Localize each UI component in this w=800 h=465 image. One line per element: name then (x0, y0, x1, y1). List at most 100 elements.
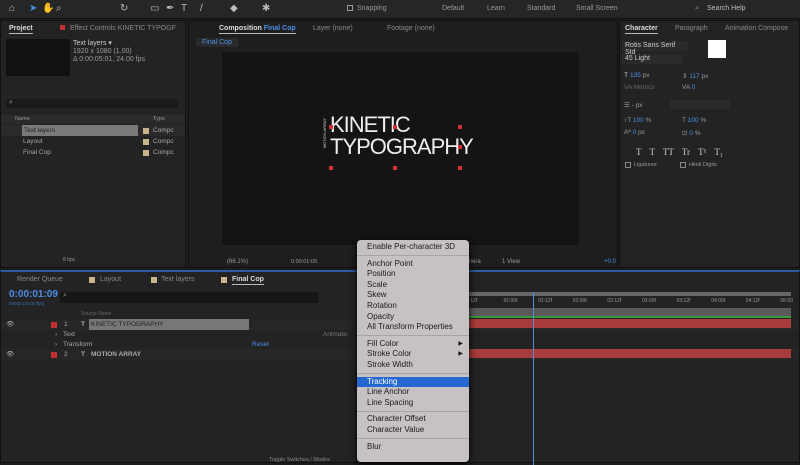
menu-item-label: Skew (367, 290, 387, 300)
comp-breadcrumb[interactable]: Final Cop (196, 38, 238, 47)
playhead[interactable] (533, 292, 534, 465)
layer-name[interactable]: MOTION ARRAY (91, 349, 141, 360)
menu-item-opacity[interactable]: Opacity (357, 312, 469, 323)
small-caps-button[interactable]: Tr (682, 147, 690, 157)
comp-viewer[interactable]: MOTION ARRAY KINETIC TYPOGRAPHY (222, 52, 579, 245)
layer-handle[interactable] (329, 125, 333, 129)
font-style-dropdown[interactable]: 45 Light (622, 54, 682, 64)
faux-bold-button[interactable]: T (636, 147, 641, 157)
snapping-checkbox[interactable] (347, 5, 353, 11)
menu-item-label: All Transform Properties (367, 322, 453, 332)
horizontal-scale-field[interactable]: T 100 % (682, 117, 706, 124)
tab-project[interactable]: Project (9, 25, 33, 34)
menu-item-fill-color[interactable]: Fill Color ▶ (357, 339, 469, 350)
tab-effect-controls[interactable]: Effect Controls KINETIC TYPOGF (70, 25, 176, 32)
tab-layout[interactable]: Layout (100, 276, 121, 283)
visibility-eye-icon[interactable]: 👁 (6, 349, 14, 360)
tab-footage[interactable]: Footage (none) (387, 25, 435, 32)
layer-handle[interactable] (393, 166, 397, 170)
menu-item-line-anchor[interactable]: Line Anchor (357, 387, 469, 398)
tab-character[interactable]: Character (625, 25, 658, 34)
all-caps-button[interactable]: TT (663, 147, 674, 157)
layer-handle[interactable] (458, 125, 462, 129)
layer-handle[interactable] (458, 166, 462, 170)
menu-item-character-offset[interactable]: Character Offset (357, 414, 469, 425)
rectangle-tool-icon[interactable]: ▭ (150, 3, 159, 14)
subscript-button[interactable]: T₁ (714, 147, 723, 157)
tab-final-cop[interactable]: Final Cop (232, 276, 264, 285)
font-size-field[interactable]: 𝐓 135 px (624, 72, 650, 80)
selection-tool-icon[interactable]: ➤ (29, 3, 37, 14)
baseline-shift-field[interactable]: Aª 0 px (624, 129, 645, 136)
search-help-input[interactable]: Search Help (707, 5, 746, 12)
menu-item-stroke-color[interactable]: Stroke Color ▶ (357, 349, 469, 360)
layer-handle[interactable] (329, 166, 333, 170)
menu-item-character-value[interactable]: Character Value (357, 425, 469, 436)
pen-tool-icon[interactable]: ✒ (166, 3, 174, 14)
bpc-label[interactable]: 8 bpc (63, 257, 75, 263)
toggle-switches-modes[interactable]: Toggle Switches / Modes (269, 457, 330, 463)
menu-item-scale[interactable]: Scale (357, 280, 469, 291)
tab-paragraph[interactable]: Paragraph (675, 25, 708, 32)
project-item[interactable]: Final Cop Compc (1, 147, 185, 158)
hand-tool-icon[interactable]: ✋ (42, 3, 54, 14)
tab-text-layers[interactable]: Text layers (161, 276, 194, 283)
brush-tool-icon[interactable]: / (200, 3, 203, 14)
view-dropdown[interactable]: 1 View (502, 259, 520, 265)
superscript-button[interactable]: T¹ (698, 147, 706, 157)
stroke-type-dropdown[interactable] (670, 100, 730, 109)
menu-item-skew[interactable]: Skew (357, 290, 469, 301)
eraser-tool-icon[interactable]: ◆ (230, 3, 238, 14)
workspace-learn[interactable]: Learn (487, 5, 505, 12)
project-search-input[interactable]: ⌕ (6, 99, 178, 108)
fill-color-swatch[interactable] (708, 40, 726, 58)
project-item[interactable]: Text layers Compc (1, 125, 185, 136)
camera-dropdown[interactable]: mera (467, 259, 481, 265)
kerning-field[interactable]: VA Metrics (624, 84, 655, 91)
layer-bar-kinetic[interactable] (466, 319, 791, 328)
menu-separator (357, 410, 469, 412)
hindi-digits-checkbox[interactable] (680, 162, 686, 168)
menu-item-blur[interactable]: Blur (357, 442, 469, 453)
tab-layer[interactable]: Layer (none) (313, 25, 353, 32)
tab-animation-compose[interactable]: Animation Compose (725, 25, 788, 32)
exposure-value[interactable]: +0.0 (604, 259, 616, 265)
leading-field[interactable]: ⇕ 117 px (682, 72, 708, 80)
zoom-dropdown[interactable]: (66.1%) (227, 259, 248, 265)
column-source-name[interactable]: Source Name (81, 311, 112, 317)
menu-item-position[interactable]: Position (357, 269, 469, 280)
menu-item-rotation[interactable]: Rotation (357, 301, 469, 312)
layer-bar-motion-array[interactable] (466, 349, 791, 358)
faux-italic-button[interactable]: T (649, 147, 654, 157)
layer-handle[interactable] (393, 125, 397, 129)
column-type[interactable]: Type (153, 116, 165, 122)
typography-text: TYPOGRAPHY (330, 134, 474, 159)
tab-render-queue[interactable]: Render Queue (17, 276, 63, 283)
font-family-dropdown[interactable]: Rotis Sans Serif Std (622, 41, 688, 56)
ruler-tick-label: :12f (469, 298, 478, 304)
workspace-default[interactable]: Default (442, 5, 464, 12)
tracking-field[interactable]: VA 0 (682, 84, 695, 91)
menu-item-enable-per-character-3d[interactable]: Enable Per-character 3D (357, 242, 469, 253)
ligatures-checkbox[interactable] (625, 162, 631, 168)
menu-item-line-spacing[interactable]: Line Spacing (357, 398, 469, 409)
menu-item-tracking[interactable]: Tracking (357, 376, 469, 388)
tab-composition[interactable]: Composition Final Cop (219, 25, 296, 34)
vertical-scale-field[interactable]: ↕T 100 % (624, 117, 651, 124)
zoom-tool-icon[interactable]: ⌕ (56, 3, 62, 14)
home-icon[interactable]: ⌂ (9, 3, 15, 14)
column-name[interactable]: Name (15, 116, 30, 122)
stroke-width-field[interactable]: ☰ - px (624, 101, 642, 109)
project-item[interactable]: Layout Compc (1, 136, 185, 147)
layer-handle[interactable] (458, 145, 462, 149)
menu-item-stroke-width[interactable]: Stroke Width (357, 360, 469, 371)
workspace-small-screen[interactable]: Small Screen (576, 5, 618, 12)
comp-timecode[interactable]: 0:00:01:09 (291, 259, 317, 265)
pin-tool-icon[interactable]: ✱ (262, 3, 270, 14)
menu-item-anchor-point[interactable]: Anchor Point (357, 259, 469, 270)
menu-item-all-transform-properties[interactable]: All Transform Properties (357, 322, 469, 333)
tsume-field[interactable]: ⊡ 0 % (682, 129, 700, 137)
rotate-tool-icon[interactable]: ↻ (120, 3, 128, 14)
type-tool-icon[interactable]: T (181, 3, 187, 14)
workspace-standard[interactable]: Standard (527, 5, 555, 12)
